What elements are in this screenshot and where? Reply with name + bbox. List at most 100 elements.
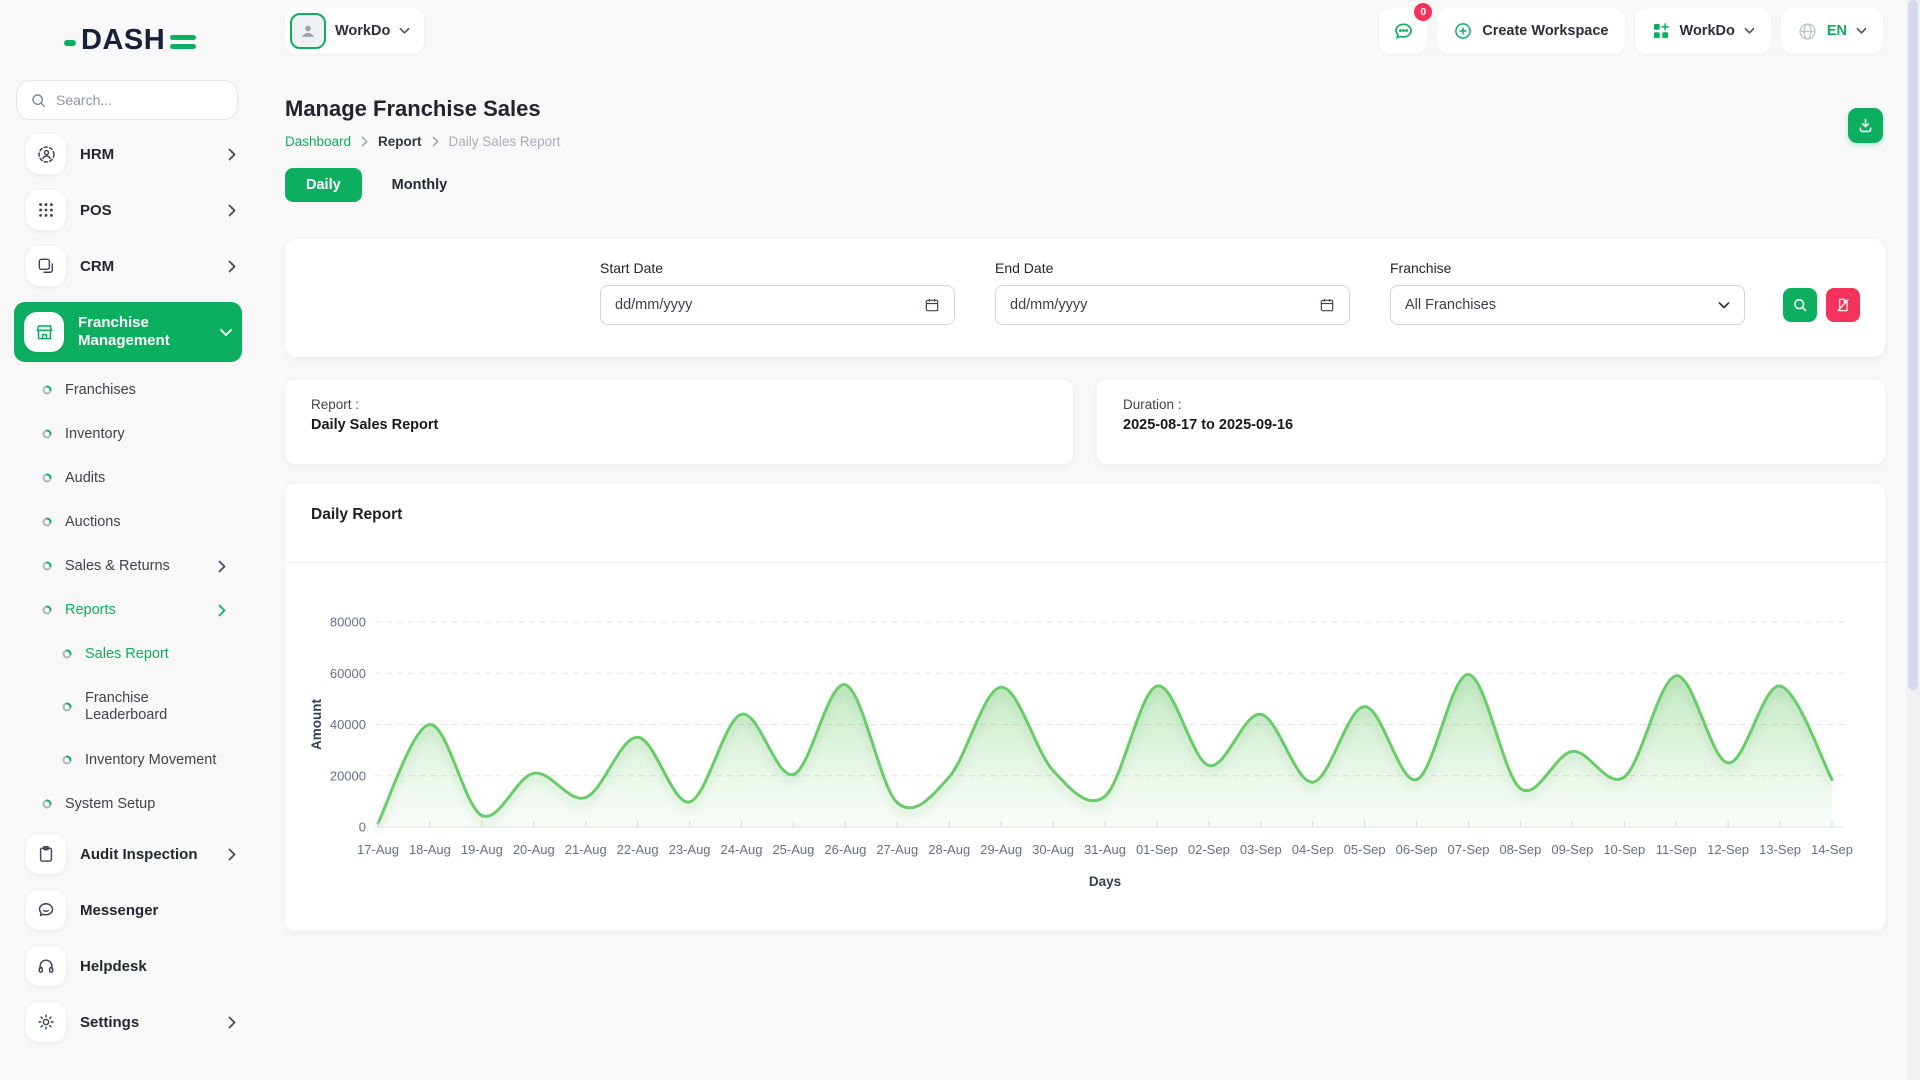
sidebar-item-audits[interactable]: Audits [42,456,256,500]
messages-count-badge: 0 [1414,3,1432,21]
sidebar-item-sales-report[interactable]: Sales Report [62,632,256,676]
start-date-label: Start Date [600,260,663,276]
topbar-actions: 0 Create Workspace WorkDo EN [1379,8,1883,54]
ring-bullet-icon [42,561,52,571]
svg-text:11-Sep: 11-Sep [1656,842,1697,857]
svg-text:02-Sep: 02-Sep [1188,842,1230,857]
breadcrumb-current: Daily Sales Report [449,134,561,149]
breadcrumb-dashboard[interactable]: Dashboard [285,134,351,149]
search-input[interactable] [56,92,216,108]
messages-button[interactable]: 0 [1379,8,1427,54]
sidebar-item-label: Reports [65,602,116,618]
sidebar-item-hrm[interactable]: HRM [0,134,256,174]
sidebar-item-label: Franchise Management [78,314,208,350]
chevron-right-icon [432,136,439,147]
search-icon [1792,297,1808,313]
daily-report-card: Daily Report 02000040000600008000017-Aug… [285,484,1885,931]
sidebar-item-label: Messenger [80,902,158,919]
app-switcher-button[interactable]: WorkDo [1635,8,1771,54]
franchise-label: Franchise [1390,260,1451,276]
sidebar-item-inventory[interactable]: Inventory [42,412,256,456]
pos-icon [26,190,66,230]
scrollbar-thumb[interactable] [1908,0,1918,690]
reset-filter-button[interactable] [1826,288,1860,322]
duration-label: Duration : [1123,397,1859,412]
page-scrollbar[interactable] [1906,0,1920,1080]
svg-text:80000: 80000 [330,615,366,630]
ring-bullet-icon [62,755,72,765]
start-date-input[interactable]: dd/mm/yyyy [600,285,955,325]
ring-bullet-icon [42,605,52,615]
sidebar-item-inventory-movement[interactable]: Inventory Movement [62,738,256,782]
workspace-name: WorkDo [335,23,390,39]
svg-text:Amount: Amount [309,699,324,750]
franchise-selected-value: All Franchises [1405,297,1496,313]
gear-icon [26,1002,66,1042]
svg-text:09-Sep: 09-Sep [1551,842,1593,857]
sidebar-item-auctions[interactable]: Auctions [42,500,256,544]
chevron-down-icon [1718,301,1730,310]
end-date-placeholder: dd/mm/yyyy [1010,297,1087,313]
headphones-icon [26,946,66,986]
svg-text:01-Sep: 01-Sep [1136,842,1178,857]
tab-daily[interactable]: Daily [285,168,362,202]
download-icon [1856,116,1875,135]
ring-bullet-icon [62,702,72,712]
end-date-input[interactable]: dd/mm/yyyy [995,285,1350,325]
person-icon [297,20,319,42]
download-button[interactable] [1848,108,1883,143]
svg-text:31-Aug: 31-Aug [1084,842,1126,857]
chevron-right-icon [218,560,226,573]
svg-text:17-Aug: 17-Aug [357,842,399,857]
svg-text:13-Sep: 13-Sep [1759,842,1801,857]
ring-bullet-icon [42,473,52,483]
grid-plus-icon [1651,21,1671,41]
report-name-card: Report : Daily Sales Report [285,380,1073,464]
svg-text:19-Aug: 19-Aug [461,842,503,857]
chevron-right-icon [228,148,236,161]
sidebar-item-label: Helpdesk [80,958,147,975]
filter-card: Start Date dd/mm/yyyy End Date dd/mm/yyy… [285,239,1885,357]
language-selector[interactable]: EN [1781,8,1883,54]
chevron-down-icon [1744,27,1755,35]
sidebar-item-crm[interactable]: CRM [0,246,256,286]
logo-text: DASH [81,24,165,57]
sidebar-item-label: Settings [80,1014,139,1031]
clipboard-icon [26,834,66,874]
sidebar-item-system-setup[interactable]: System Setup [42,782,256,826]
logo-accent-dash [64,40,76,46]
sidebar-item-franchises[interactable]: Franchises [42,368,256,412]
sidebar-item-helpdesk[interactable]: Helpdesk [0,946,256,986]
svg-text:23-Aug: 23-Aug [669,842,711,857]
sidebar-item-reports[interactable]: Reports [42,588,256,632]
sidebar-item-franchise-management[interactable]: Franchise Management [14,302,242,362]
sidebar-item-audit-inspection[interactable]: Audit Inspection [0,834,256,874]
calendar-icon [1319,297,1335,313]
sidebar-item-sales-returns[interactable]: Sales & Returns [42,544,256,588]
create-workspace-button[interactable]: Create Workspace [1437,8,1624,54]
clear-file-icon [1835,297,1851,313]
plus-circle-icon [1453,21,1473,41]
franchise-select[interactable]: All Franchises [1390,285,1745,325]
tab-monthly[interactable]: Monthly [388,168,452,202]
breadcrumb-report: Report [378,134,422,149]
sidebar-item-messenger[interactable]: Messenger [0,890,256,930]
chevron-right-icon [218,604,226,617]
sidebar-item-settings[interactable]: Settings [0,1002,256,1042]
svg-text:25-Aug: 25-Aug [772,842,814,857]
svg-text:40000: 40000 [330,717,366,732]
workspace-selector[interactable]: WorkDo [285,8,424,54]
apply-filter-button[interactable] [1783,288,1817,322]
sidebar-item-label: Audit Inspection [80,846,198,863]
svg-text:26-Aug: 26-Aug [824,842,866,857]
reports-submenu: Sales Report Franchise Leaderboard Inven… [42,632,256,782]
sidebar-item-pos[interactable]: POS [0,190,256,230]
chevron-right-icon [228,848,236,861]
svg-text:14-Sep: 14-Sep [1811,842,1853,857]
sidebar-search[interactable] [16,80,238,120]
sidebar-item-franchise-leaderboard[interactable]: Franchise Leaderboard [62,676,256,738]
svg-text:60000: 60000 [330,666,366,681]
report-label: Report : [311,397,1047,412]
svg-text:29-Aug: 29-Aug [980,842,1022,857]
chevron-down-icon [1856,27,1867,35]
